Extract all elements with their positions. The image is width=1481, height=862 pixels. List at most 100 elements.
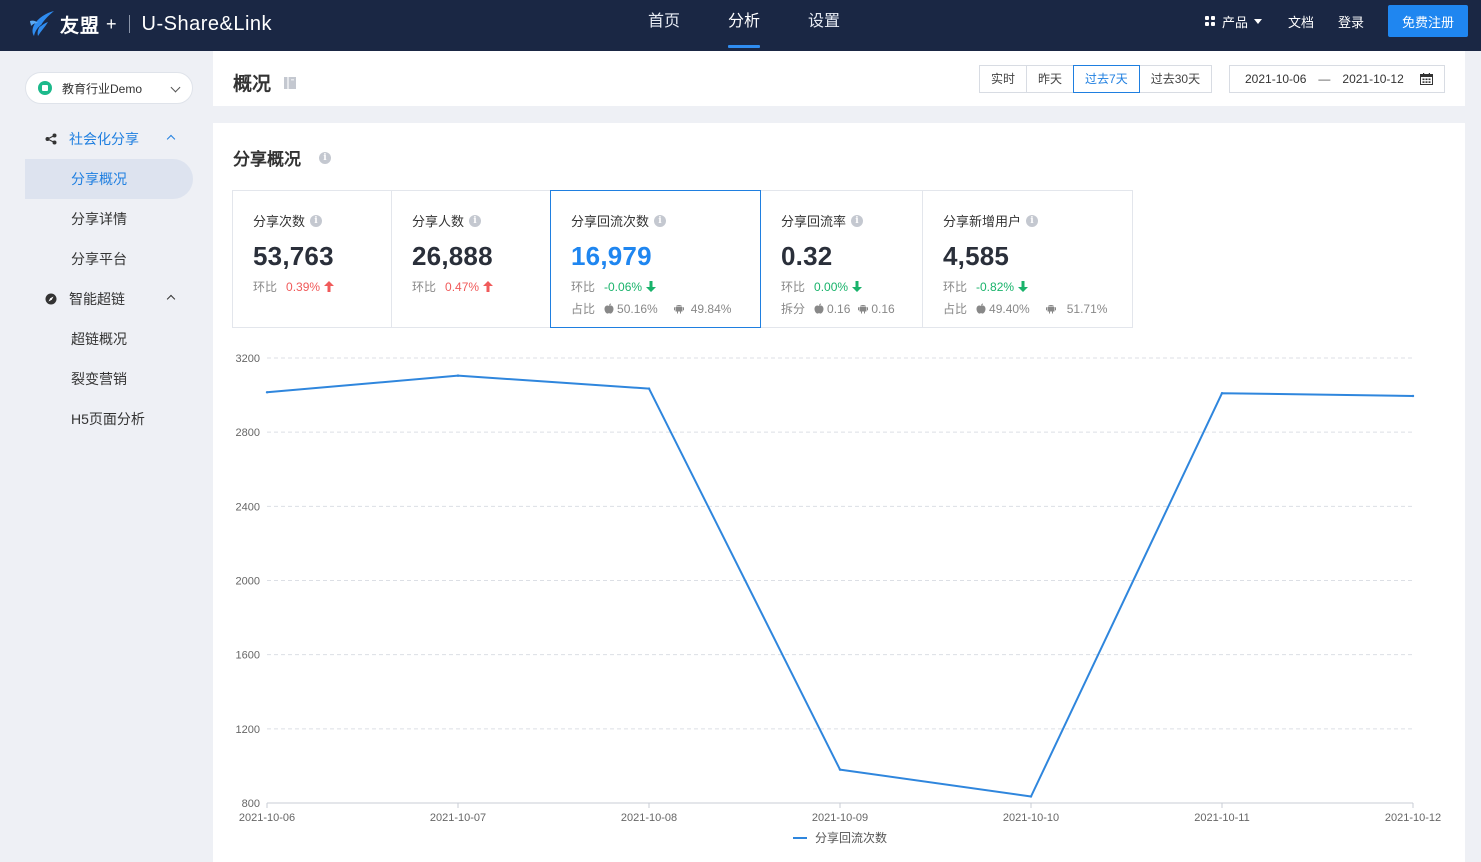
bird-logo-icon [30,11,54,36]
apple-icon [604,303,614,314]
sidebar-item-share-detail[interactable]: 分享详情 [25,199,193,239]
android-icon [858,305,869,314]
nav-tab-analysis[interactable]: 分析 [720,0,768,51]
metric-value: 26,888 [412,241,493,271]
book-icon[interactable] [283,76,297,90]
legend-swatch [793,836,807,839]
nav-tab-home[interactable]: 首页 [640,0,688,51]
metric-card-new-users[interactable]: 分享新增用户 i 4,585 环比 -0.82% 占比 49.40% 51.71… [922,190,1133,328]
sidebar-group-label: 社会化分享 [69,131,139,147]
nav-tab-settings[interactable]: 设置 [800,0,848,51]
data-point [647,387,651,390]
change-value: 0.47% [445,279,480,294]
metric-change-row: 环比 0.00% [781,278,922,295]
date-separator: — [1318,72,1331,86]
metric-label-text: 分享回流次数 [571,214,650,229]
metric-change-row: 环比 0.39% [253,278,391,295]
time-range-selector: 实时 昨天 过去7天 过去30天 [979,65,1213,93]
metric-card-share-users[interactable]: 分享人数 i 26,888 环比 0.47% [391,190,551,328]
arrow-down-icon [646,281,657,292]
logo-plus: + [106,13,117,34]
sidebar-item-viral-marketing[interactable]: 裂变营销 [25,359,193,399]
x-tick-label: 2021-10-08 [621,812,677,824]
metric-label-text: 分享次数 [253,214,306,229]
range-realtime-button[interactable]: 实时 [979,65,1028,93]
chart-legend[interactable]: 分享回流次数 [793,829,887,846]
logo-text: 友盟 [60,15,101,37]
caret-down-icon [1253,18,1262,24]
metric-card-return-count[interactable]: 分享回流次数 i 16,979 环比 -0.06% 占比 50.16% 49.8… [550,190,761,328]
metric-value: 0.32 [781,241,833,271]
ios-share: 49.40% [989,301,1030,316]
logo-divider [128,15,130,33]
date-start: 2021-10-06 [1245,72,1307,86]
android-share: 0.16 [871,301,895,316]
arrow-down-icon [1018,281,1029,292]
sidebar-item-h5-analysis[interactable]: H5页面分析 [25,399,193,439]
android-share: 49.84% [690,301,732,316]
range-30days-button[interactable]: 过去30天 [1138,65,1213,93]
arrow-up-icon [483,281,494,292]
calendar-icon [1420,73,1433,85]
metric-change-row: 环比 -0.82% [943,278,1132,295]
y-tick-label: 3200 [236,353,260,365]
info-icon[interactable]: i [851,214,864,227]
data-point [1220,392,1224,395]
metric-label-text: 分享人数 [412,214,465,229]
data-point [1411,394,1415,398]
register-button[interactable]: 免费注册 [1388,5,1468,37]
sidebar-group-social-share[interactable]: 社会化分享 [45,129,180,149]
sidebar-item-link-overview[interactable]: 超链概况 [25,319,193,359]
sidebar-group-label: 智能超链 [69,291,125,307]
info-icon[interactable]: i [319,151,331,164]
x-tick-label: 2021-10-09 [812,812,868,824]
arrow-down-icon [852,281,863,292]
metric-label: 分享回流次数 i [571,211,760,230]
metric-card-return-rate[interactable]: 分享回流率 i 0.32 环比 0.00% 拆分 0.16 0.16 [760,190,923,328]
app-selector[interactable]: 教育行业Demo [25,72,193,104]
products-label: 产品 [1221,14,1248,30]
section-title: 分享概况 i [233,145,331,170]
login-link[interactable]: 登录 [1338,12,1364,31]
series-line [266,374,1414,798]
platform-split-row: 占比 50.16% 49.84% [571,300,760,317]
products-menu[interactable]: 产品 [1204,12,1262,31]
page-title: 概况 [233,69,297,96]
sidebar-item-share-overview[interactable]: 分享概况 [25,159,193,199]
metric-value: 16,979 [571,241,652,271]
metric-value: 4,585 [943,241,1010,271]
main-nav-tabs: 首页 分析 设置 [640,0,880,51]
y-tick-label: 2000 [236,576,260,588]
metric-card-share-count[interactable]: 分享次数 i 53,763 环比 0.39% [232,190,392,328]
logo[interactable]: 友盟 + U-Share&Link [28,8,272,40]
ratio-label: 环比 [943,280,968,294]
info-icon[interactable]: i [310,214,323,227]
chevron-up-icon [166,134,176,144]
date-range-picker[interactable]: 2021-10-06 — 2021-10-12 [1229,65,1445,93]
sidebar-item-share-platform[interactable]: 分享平台 [25,239,193,279]
app-icon [38,81,52,95]
app-name: 教育行业Demo [62,81,143,96]
data-point [838,768,842,771]
platform-split-row: 占比 49.40% 51.71% [943,300,1132,317]
x-tick-label: 2021-10-10 [1003,812,1059,824]
info-icon[interactable]: i [654,214,667,227]
range-yesterday-button[interactable]: 昨天 [1026,65,1075,93]
metric-label: 分享人数 i [412,211,550,230]
sidebar: 教育行业Demo 社会化分享 分享概况 分享详情 分享平台 智能超链 超链概况 … [0,51,213,862]
chevron-up-icon [166,294,176,304]
docs-link[interactable]: 文档 [1288,12,1314,31]
ratio-label: 环比 [253,280,278,294]
sidebar-group-smart-link[interactable]: 智能超链 [45,289,180,309]
change-value: 0.39% [286,279,321,294]
y-tick-label: 1200 [236,724,260,736]
ratio-label: 环比 [781,280,806,294]
metric-label: 分享回流率 i [781,211,922,230]
change-value: -0.82% [976,279,1015,294]
data-point [265,391,269,394]
info-icon[interactable]: i [469,214,482,227]
change-value: 0.00% [814,279,849,294]
info-icon[interactable]: i [1026,214,1039,227]
range-7days-button[interactable]: 过去7天 [1073,65,1140,93]
compass-icon [45,293,57,305]
